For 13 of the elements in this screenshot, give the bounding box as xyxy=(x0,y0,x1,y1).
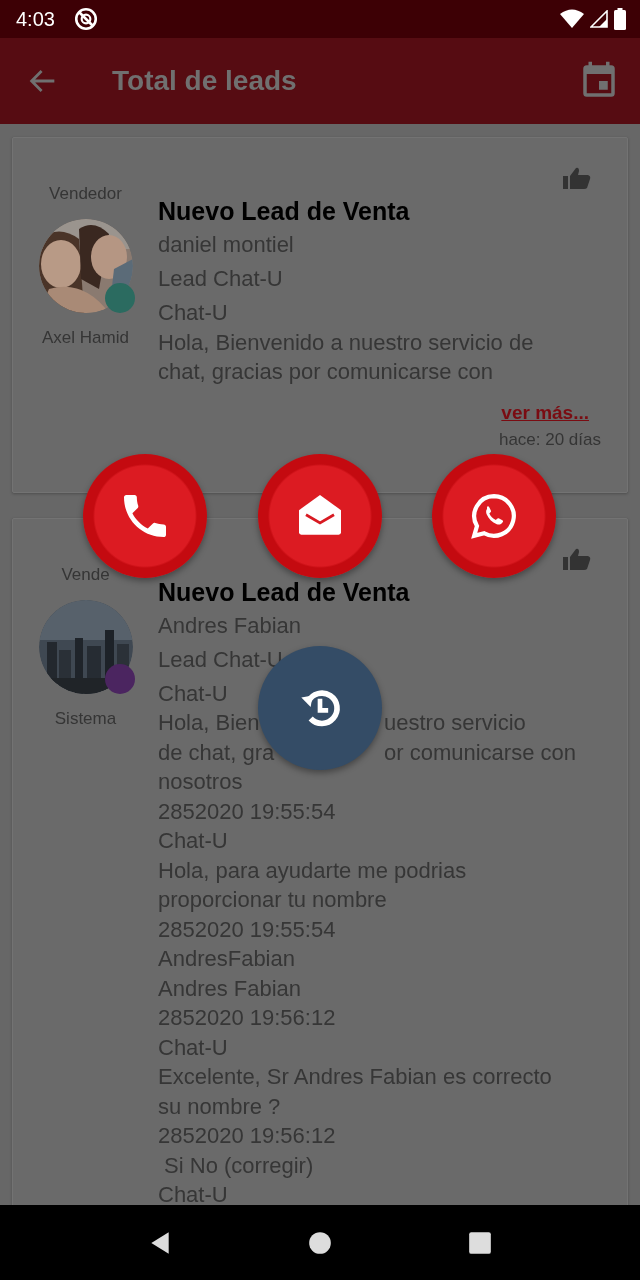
lead-title: Nuevo Lead de Venta xyxy=(158,576,411,608)
status-time: 4:03 xyxy=(16,7,55,31)
signal-icon xyxy=(590,10,608,28)
thumbs-up-icon[interactable] xyxy=(563,166,591,190)
blocked-icon xyxy=(72,6,99,32)
wifi-icon xyxy=(560,9,584,29)
see-more-link[interactable]: ver más... xyxy=(501,400,589,425)
recents-nav-icon[interactable] xyxy=(467,1229,493,1256)
screen-title: Total de leads xyxy=(112,65,298,97)
thumbs-up-icon[interactable] xyxy=(563,546,591,571)
home-nav-icon[interactable] xyxy=(307,1229,333,1256)
lead-title: Nuevo Lead de Venta xyxy=(158,196,411,227)
battery-icon xyxy=(614,8,626,30)
